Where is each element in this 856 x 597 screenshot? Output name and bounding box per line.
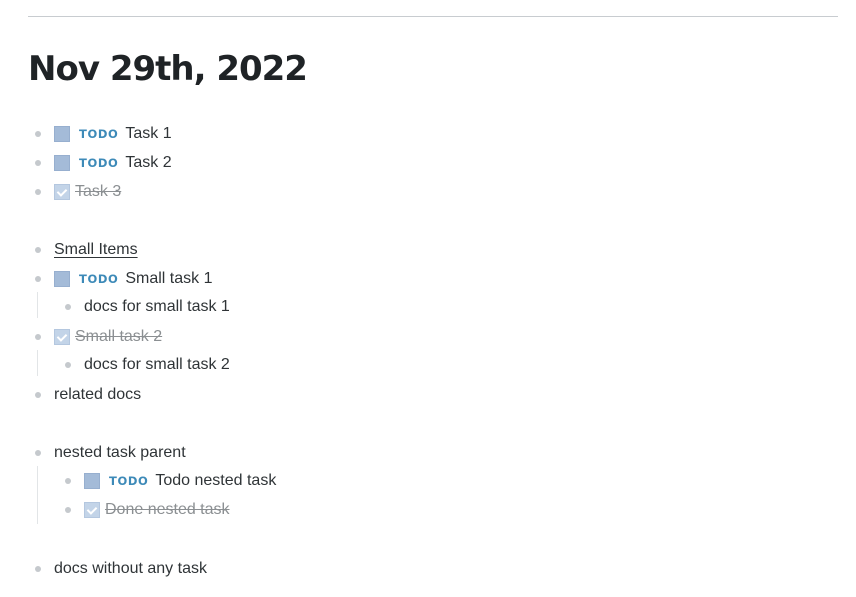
children-guide-line	[37, 292, 38, 318]
bullet-icon[interactable]	[35, 131, 41, 137]
checkbox-checked-icon[interactable]	[84, 502, 100, 518]
bullet-icon[interactable]	[65, 478, 71, 484]
block-text[interactable]: docs for small task 1	[84, 298, 230, 316]
block-text[interactable]: Task 1	[125, 125, 171, 143]
todo-marker[interactable]: TODO	[109, 474, 148, 488]
block-text[interactable]: Small task 1	[125, 270, 212, 288]
todo-marker[interactable]: TODO	[79, 272, 118, 286]
block-text[interactable]: nested task parent	[54, 444, 186, 462]
bullet-icon[interactable]	[65, 362, 71, 368]
checkbox-unchecked-icon[interactable]	[54, 271, 70, 287]
block-small-items[interactable]: Small Items	[54, 239, 138, 261]
bullet-icon[interactable]	[35, 276, 41, 282]
bullet-icon[interactable]	[35, 160, 41, 166]
bullet-icon[interactable]	[35, 247, 41, 253]
block-text[interactable]: docs without any task	[54, 560, 207, 578]
bullet-icon[interactable]	[35, 334, 41, 340]
block-docs-small-task-2[interactable]: docs for small task 2	[84, 354, 230, 376]
block-small-task-1[interactable]: TODO Small task 1	[54, 268, 212, 290]
bullet-icon[interactable]	[35, 392, 41, 398]
bullet-icon[interactable]	[65, 507, 71, 513]
children-guide-line	[37, 466, 38, 524]
block-docs-small-task-1[interactable]: docs for small task 1	[84, 296, 230, 318]
top-divider	[28, 16, 838, 17]
page-title[interactable]: Nov 29th, 2022	[28, 46, 308, 92]
block-text[interactable]: Task 2	[125, 154, 171, 172]
bullet-icon[interactable]	[35, 450, 41, 456]
block-text[interactable]: Todo nested task	[155, 472, 276, 490]
page-reference-link[interactable]: Small Items	[54, 241, 138, 259]
todo-marker[interactable]: TODO	[79, 127, 118, 141]
block-todo-nested-task[interactable]: TODO Todo nested task	[84, 470, 276, 492]
checkbox-checked-icon[interactable]	[54, 184, 70, 200]
block-docs-without-task[interactable]: docs without any task	[54, 558, 207, 580]
checkbox-unchecked-icon[interactable]	[84, 473, 100, 489]
block-done-nested-task[interactable]: Done nested task	[84, 499, 230, 521]
block-small-task-2[interactable]: Small task 2	[54, 326, 162, 348]
block-task-1[interactable]: TODO Task 1	[54, 123, 172, 145]
block-related-docs[interactable]: related docs	[54, 384, 141, 406]
children-guide-line	[37, 350, 38, 376]
bullet-icon[interactable]	[35, 566, 41, 572]
bullet-icon[interactable]	[35, 189, 41, 195]
block-text[interactable]: docs for small task 2	[84, 356, 230, 374]
block-text-done[interactable]: Task 3	[75, 183, 121, 201]
block-text[interactable]: related docs	[54, 386, 141, 404]
block-task-2[interactable]: TODO Task 2	[54, 152, 172, 174]
bullet-icon[interactable]	[65, 304, 71, 310]
block-text-done[interactable]: Small task 2	[75, 328, 162, 346]
block-task-3[interactable]: Task 3	[54, 181, 121, 203]
checkbox-unchecked-icon[interactable]	[54, 126, 70, 142]
block-nested-task-parent[interactable]: nested task parent	[54, 442, 186, 464]
block-text-done[interactable]: Done nested task	[105, 501, 230, 519]
todo-marker[interactable]: TODO	[79, 156, 118, 170]
checkbox-unchecked-icon[interactable]	[54, 155, 70, 171]
checkbox-checked-icon[interactable]	[54, 329, 70, 345]
